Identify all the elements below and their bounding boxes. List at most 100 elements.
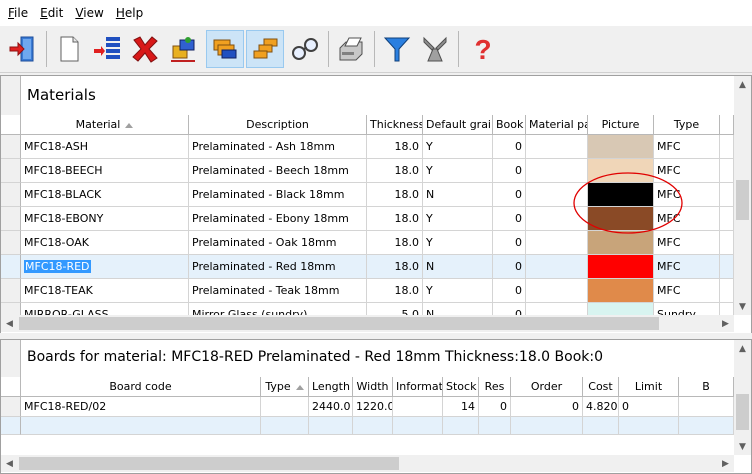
row-indicator[interactable]: [1, 159, 21, 183]
scroll-right-icon[interactable]: ▶: [717, 315, 734, 332]
board-new-cell[interactable]: [393, 417, 443, 435]
boards-scroll-right-icon[interactable]: ▶: [717, 455, 734, 472]
cell-picture[interactable]: [588, 159, 654, 183]
cell-type[interactable]: MFC: [654, 279, 720, 303]
col-default-grain[interactable]: Default grain: [423, 115, 493, 135]
material-row[interactable]: MFC18-RED Prelaminated - Red 18mm 18.0 N 0 MF…: [1, 255, 734, 279]
cell-book[interactable]: 0: [493, 135, 526, 159]
board-cell-stock[interactable]: 14: [443, 397, 479, 417]
material-row[interactable]: MFC18-BLACK Prelaminated - Black 18mm 18.0…: [1, 183, 734, 207]
col-material-par[interactable]: Material par: [526, 115, 588, 135]
cell-par[interactable]: [526, 183, 588, 207]
cell-thickness[interactable]: 18.0: [367, 231, 423, 255]
col-cost[interactable]: Cost: [583, 377, 619, 397]
cell-par[interactable]: [526, 255, 588, 279]
col-picture[interactable]: Picture: [588, 115, 654, 135]
cell-book[interactable]: 0: [493, 279, 526, 303]
boards-vscrollbar[interactable]: ▲ ▼: [734, 340, 751, 455]
cell-type[interactable]: MFC: [654, 207, 720, 231]
tools-button[interactable]: [416, 30, 454, 68]
board-row-indicator[interactable]: [1, 397, 21, 417]
material-row[interactable]: MFC18-OAK Prelaminated - Oak 18mm 18.0 Y 0 MF…: [1, 231, 734, 255]
cell-grain[interactable]: Y: [423, 159, 493, 183]
cell-description[interactable]: Prelaminated - Oak 18mm: [189, 231, 367, 255]
add-button[interactable]: [88, 30, 126, 68]
cell-type[interactable]: MFC: [654, 135, 720, 159]
board-new-row-indicator[interactable]: [1, 417, 21, 435]
menu-edit[interactable]: Edit: [34, 0, 69, 26]
col-information[interactable]: Informati: [393, 377, 443, 397]
scroll-down-icon[interactable]: ▼: [734, 298, 751, 315]
cell-picture[interactable]: [588, 135, 654, 159]
cell-material[interactable]: MFC18-BLACK: [21, 183, 189, 207]
materials-hscrollbar[interactable]: ◀ ▶: [1, 315, 734, 332]
cell-description[interactable]: Prelaminated - Ash 18mm: [189, 135, 367, 159]
cell-grain[interactable]: Y: [423, 207, 493, 231]
board-row[interactable]: MFC18-RED/02 2440.0 1220.0 14 0 0 4.820 0: [1, 397, 734, 417]
cell-description[interactable]: Prelaminated - Teak 18mm: [189, 279, 367, 303]
row-indicator[interactable]: [1, 231, 21, 255]
menu-help[interactable]: Help: [110, 0, 149, 26]
cell-material[interactable]: MFC18-OAK: [21, 231, 189, 255]
board-cell-length[interactable]: 2440.0: [309, 397, 353, 417]
cell-grain[interactable]: Y: [423, 279, 493, 303]
menu-view[interactable]: View: [69, 0, 109, 26]
board-new-cell[interactable]: [443, 417, 479, 435]
cell-par[interactable]: [526, 303, 588, 315]
board-new-cell[interactable]: [261, 417, 309, 435]
col-b[interactable]: B: [679, 377, 734, 397]
col-board-type[interactable]: Type: [261, 377, 309, 397]
delete-button[interactable]: [126, 30, 164, 68]
cell-book[interactable]: 0: [493, 183, 526, 207]
cell-grain[interactable]: Y: [423, 135, 493, 159]
print-button[interactable]: [332, 30, 370, 68]
cell-picture[interactable]: [588, 231, 654, 255]
row-indicator[interactable]: [1, 183, 21, 207]
boards-hscroll-thumb[interactable]: [19, 457, 399, 470]
cell-picture[interactable]: [588, 303, 654, 315]
boards-vscroll-thumb[interactable]: [736, 394, 749, 430]
exit-button[interactable]: [4, 30, 42, 68]
board-new-cell[interactable]: [353, 417, 393, 435]
col-thickness[interactable]: Thickness: [367, 115, 423, 135]
cell-par[interactable]: [526, 159, 588, 183]
cell-material[interactable]: MFC18-TEAK: [21, 279, 189, 303]
cell-thickness[interactable]: 18.0: [367, 135, 423, 159]
materials-vscroll-thumb[interactable]: [736, 180, 749, 220]
board-cell-order[interactable]: 0: [511, 397, 583, 417]
board-new-cell[interactable]: [309, 417, 353, 435]
material-row[interactable]: MFC18-EBONY Prelaminated - Ebony 18mm 18.0…: [1, 207, 734, 231]
cell-description[interactable]: Prelaminated - Ebony 18mm: [189, 207, 367, 231]
col-material[interactable]: Material: [21, 115, 189, 135]
find-button[interactable]: [286, 30, 324, 68]
board-cell-limit[interactable]: 0: [619, 397, 679, 417]
board-cell-type[interactable]: [261, 397, 309, 417]
board-new-cell[interactable]: [679, 417, 734, 435]
cell-par[interactable]: [526, 207, 588, 231]
row-indicator[interactable]: [1, 279, 21, 303]
cell-material[interactable]: MFC18-EBONY: [21, 207, 189, 231]
cell-description[interactable]: Mirror Glass (sundry): [189, 303, 367, 315]
cell-type[interactable]: MFC: [654, 231, 720, 255]
board-cell-res[interactable]: 0: [479, 397, 511, 417]
cell-material[interactable]: MFC18-RED: [21, 255, 189, 279]
board-new-cell[interactable]: [619, 417, 679, 435]
board-new-cell[interactable]: [21, 417, 261, 435]
cell-thickness[interactable]: 18.0: [367, 279, 423, 303]
scroll-left-icon[interactable]: ◀: [1, 315, 18, 332]
cell-book[interactable]: 0: [493, 231, 526, 255]
board-new-row[interactable]: [1, 417, 734, 435]
cell-thickness[interactable]: 18.0: [367, 207, 423, 231]
cell-type[interactable]: MFC: [654, 183, 720, 207]
material-row[interactable]: MFC18-ASH Prelaminated - Ash 18mm 18.0 Y 0 MF…: [1, 135, 734, 159]
boards-scroll-up-icon[interactable]: ▲: [734, 340, 751, 357]
board-cell-code[interactable]: MFC18-RED/02: [21, 397, 261, 417]
cell-book[interactable]: 0: [493, 159, 526, 183]
cell-picture[interactable]: [588, 255, 654, 279]
board-new-cell[interactable]: [583, 417, 619, 435]
col-board-code[interactable]: Board code: [21, 377, 261, 397]
col-type[interactable]: Type: [654, 115, 720, 135]
cell-par[interactable]: [526, 279, 588, 303]
menu-file[interactable]: File: [2, 0, 34, 26]
cell-par[interactable]: [526, 135, 588, 159]
